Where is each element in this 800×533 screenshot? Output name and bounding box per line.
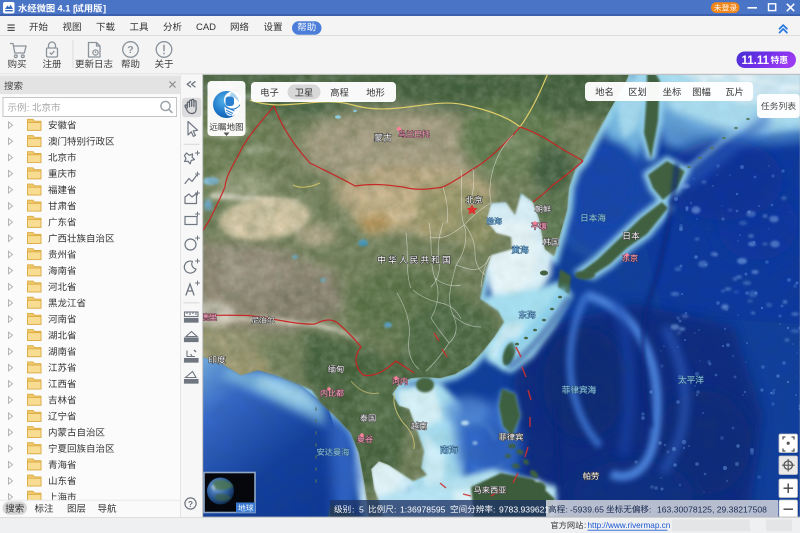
- svg-text:4.1 [: 4.1 [: [58, 4, 77, 14]
- svg-text:?: ?: [188, 499, 193, 509]
- svg-text::: :: [27, 103, 30, 114]
- svg-text:CAD: CAD: [196, 22, 216, 33]
- svg-text::: :: [394, 504, 396, 514]
- svg-text::: :: [649, 504, 651, 514]
- svg-text::: :: [566, 504, 568, 514]
- svg-text:?: ?: [127, 44, 133, 56]
- svg-text::: :: [584, 521, 586, 530]
- svg-text:1:36978595: 1:36978595: [400, 504, 446, 514]
- svg-text:5: 5: [359, 504, 364, 514]
- svg-text::: :: [352, 504, 354, 514]
- svg-text:-5939.65: -5939.65: [570, 504, 604, 514]
- svg-text::: :: [493, 504, 495, 514]
- svg-text:]: ]: [103, 4, 106, 14]
- svg-text:163.30078125, 29.38217508: 163.30078125, 29.38217508: [657, 504, 767, 514]
- svg-text:11.11: 11.11: [742, 55, 770, 67]
- svg-text:9783.939621: 9783.939621: [499, 504, 549, 514]
- svg-text:http://www.rivermap.cn: http://www.rivermap.cn: [588, 521, 671, 530]
